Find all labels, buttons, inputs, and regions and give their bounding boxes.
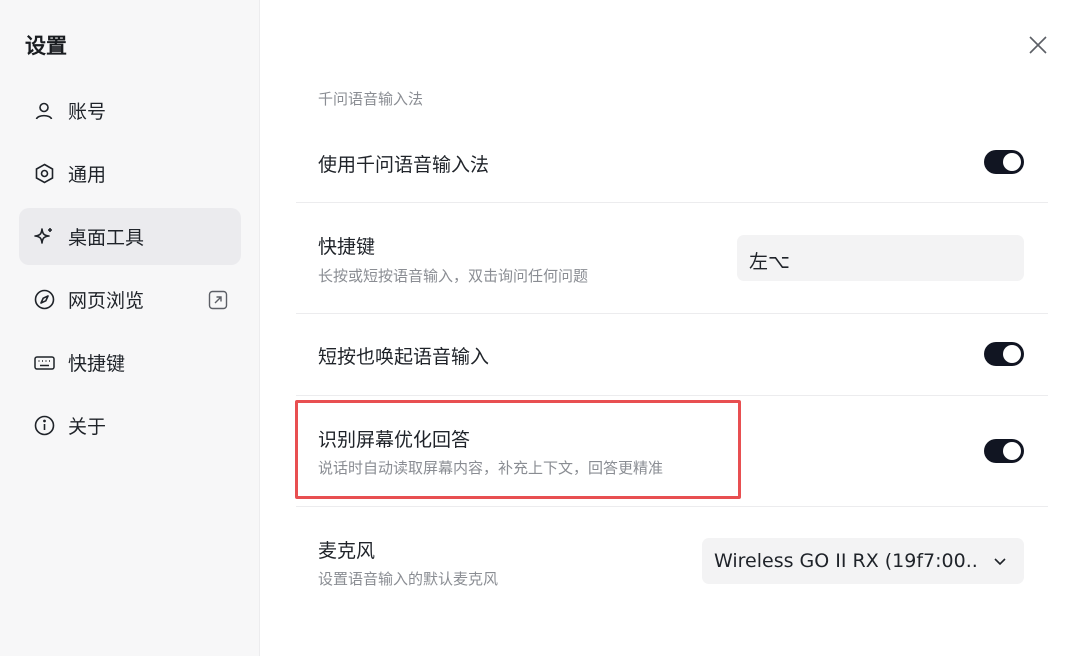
setting-description: 长按或短按语音输入，双击询问任何问题	[318, 267, 589, 285]
compass-icon	[33, 289, 55, 311]
short-press-toggle[interactable]	[984, 342, 1024, 366]
section-title: 千问语音输入法	[318, 90, 424, 108]
divider	[296, 506, 1048, 507]
hexagon-settings-icon	[33, 163, 55, 185]
sparkle-icon	[33, 226, 55, 248]
toggle-knob	[1003, 442, 1021, 460]
use-ime-toggle[interactable]	[984, 150, 1024, 174]
divider	[296, 202, 1048, 203]
sidebar-nav: 账号 通用 桌面工具 网页浏览 快捷键 关于	[19, 82, 241, 460]
setting-title: 短按也唤起语音输入	[318, 346, 490, 368]
sidebar-item-shortcuts[interactable]: 快捷键	[19, 334, 241, 391]
setting-title: 快捷键	[318, 236, 376, 258]
close-icon	[1028, 35, 1048, 59]
user-icon	[33, 100, 55, 122]
sidebar-item-web-browsing[interactable]: 网页浏览	[19, 271, 241, 328]
setting-title: 麦克风	[318, 540, 376, 562]
highlight-annotation-box	[295, 400, 741, 499]
sidebar-item-label: 账号	[68, 101, 107, 123]
toggle-knob	[1003, 153, 1021, 171]
microphone-select[interactable]: Wireless GO II RX (19f7:00...	[702, 538, 1024, 584]
toggle-knob	[1003, 345, 1021, 363]
sidebar: 设置 账号 通用 桌面工具 网页浏览 快捷键 关于	[0, 0, 260, 656]
info-icon	[33, 415, 55, 437]
sidebar-item-about[interactable]: 关于	[19, 397, 241, 454]
chevron-down-icon	[992, 553, 1008, 569]
sidebar-item-desktop-tools[interactable]: 桌面工具	[19, 208, 241, 265]
shortcut-input[interactable]: 左⌥	[737, 235, 1024, 281]
setting-row-use-ime: 使用千问语音输入法	[296, 138, 1048, 202]
sidebar-item-label: 通用	[68, 164, 107, 186]
divider	[296, 395, 1048, 396]
setting-title: 使用千问语音输入法	[318, 154, 490, 176]
microphone-value: Wireless GO II RX (19f7:00...	[714, 550, 978, 572]
sidebar-item-label: 桌面工具	[68, 227, 145, 249]
sidebar-item-general[interactable]: 通用	[19, 145, 241, 202]
screen-recognition-toggle[interactable]	[984, 439, 1024, 463]
keyboard-icon	[33, 352, 55, 374]
shortcut-value: 左⌥	[749, 251, 790, 273]
setting-row-short-press: 短按也唤起语音输入	[296, 330, 1048, 380]
sidebar-item-label: 网页浏览	[68, 290, 145, 312]
divider	[296, 313, 1048, 314]
close-button[interactable]	[1024, 33, 1052, 61]
setting-description: 设置语音输入的默认麦克风	[318, 570, 499, 588]
external-link-icon	[207, 289, 229, 311]
settings-title: 设置	[25, 34, 67, 58]
sidebar-item-account[interactable]: 账号	[19, 82, 241, 139]
sidebar-item-label: 快捷键	[68, 353, 126, 375]
sidebar-item-label: 关于	[68, 416, 107, 438]
